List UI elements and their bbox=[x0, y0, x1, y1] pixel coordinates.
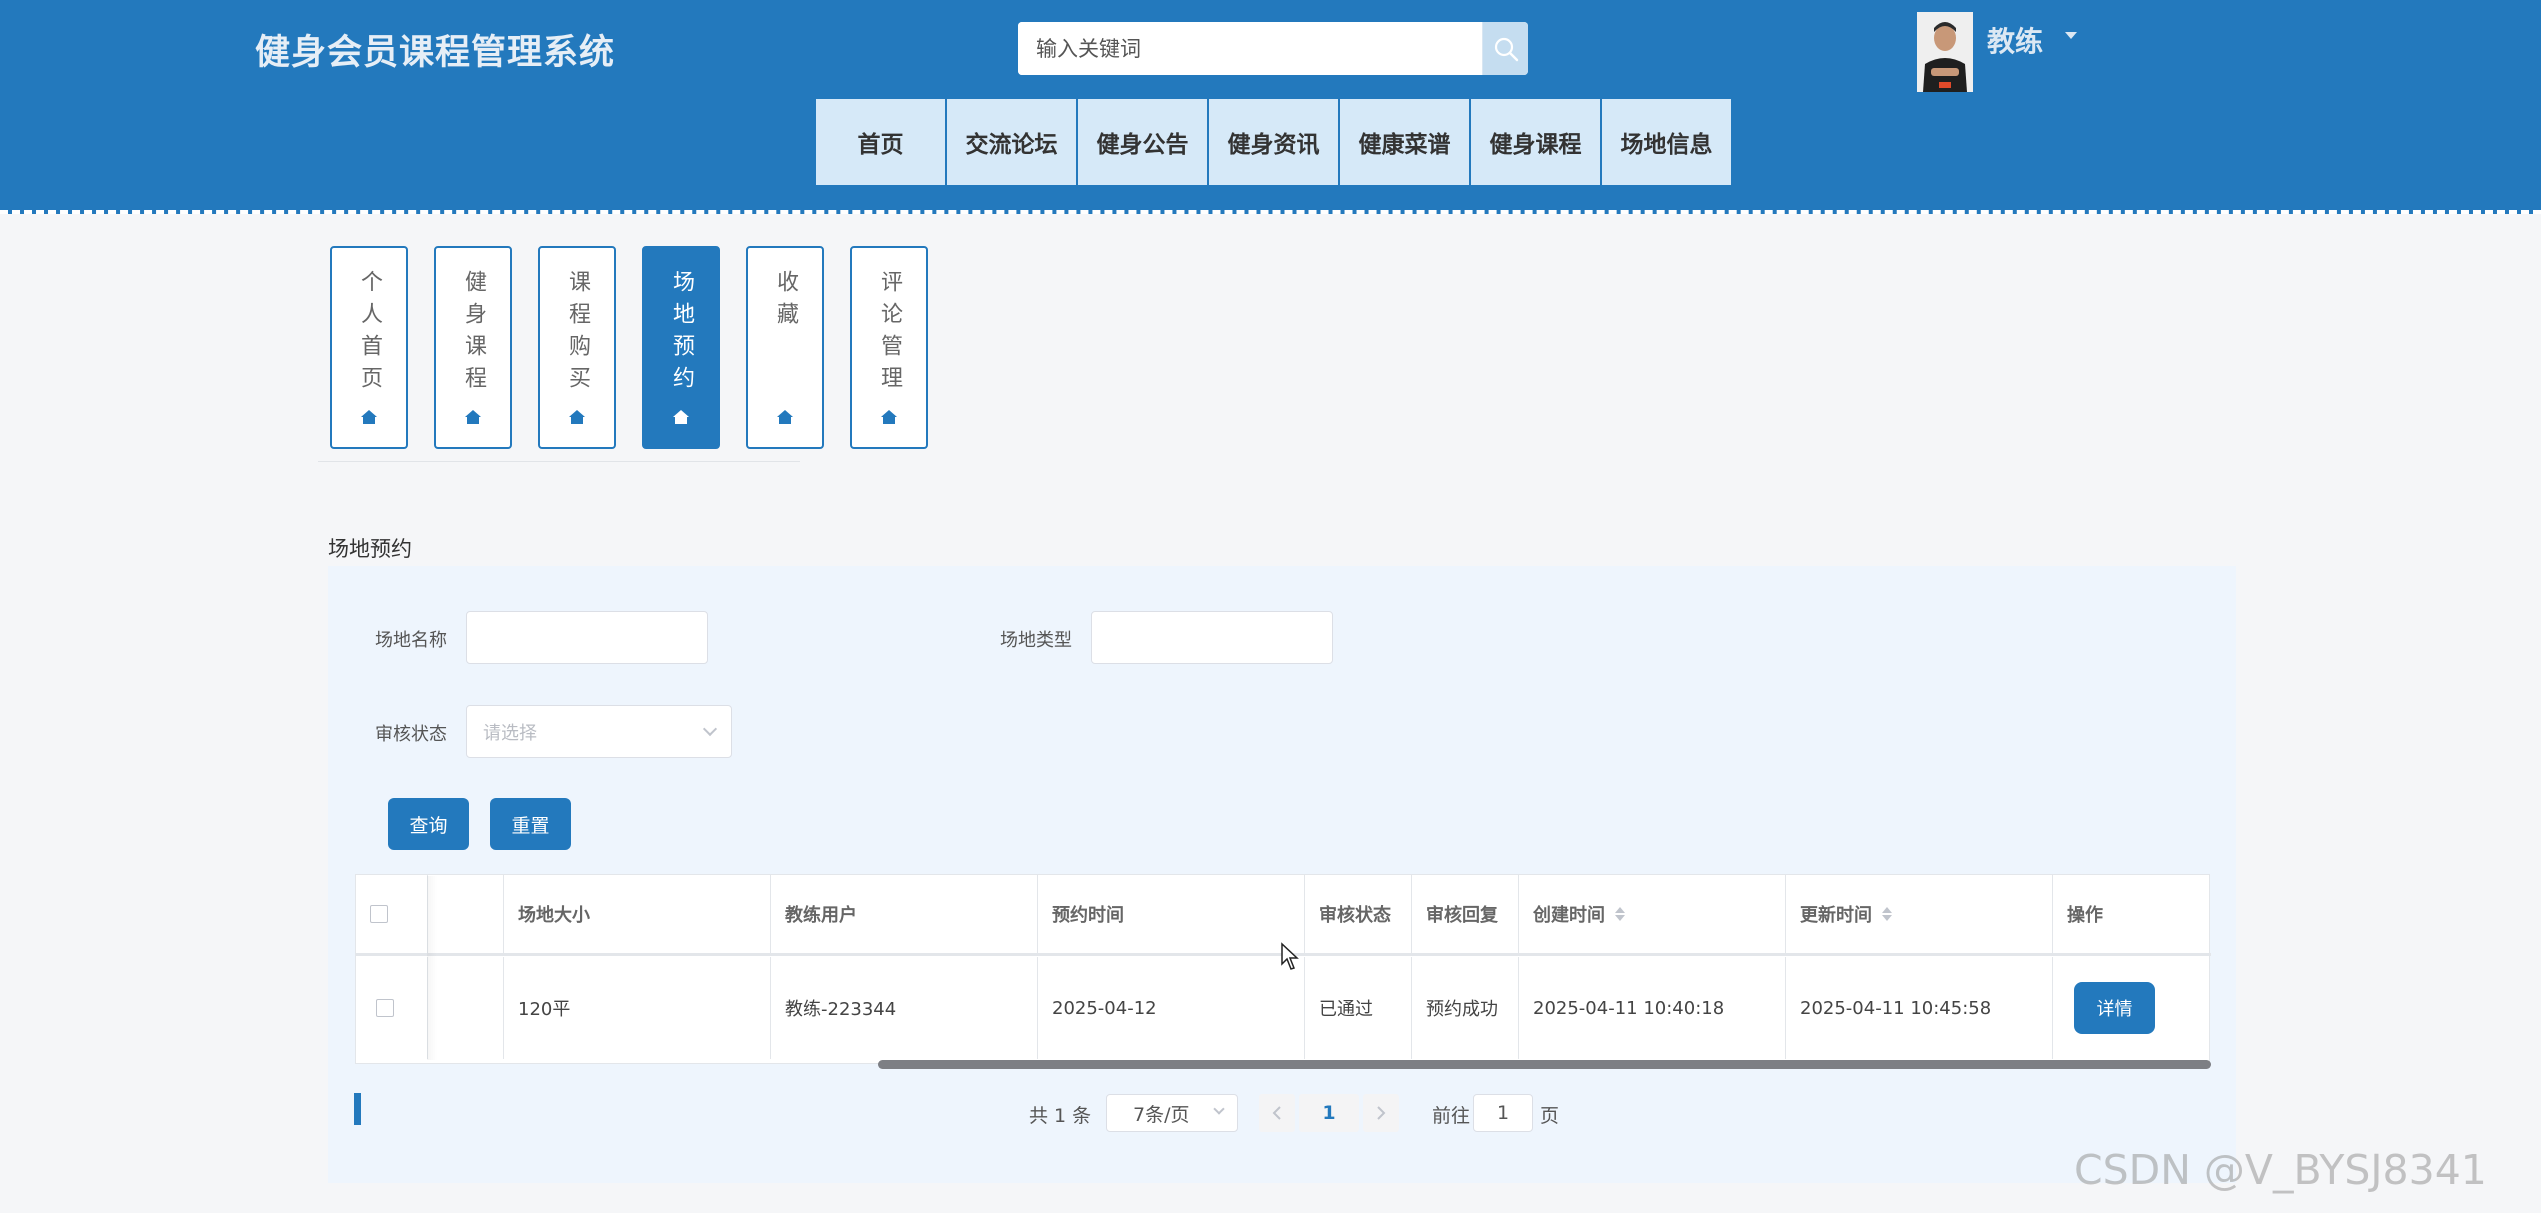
chevron-left-icon bbox=[1272, 1106, 1281, 1120]
home-icon bbox=[465, 410, 481, 424]
nav-item-recipes[interactable]: 健康菜谱 bbox=[1340, 99, 1469, 185]
goto-suffix: 页 bbox=[1540, 1105, 1560, 1127]
pagination-total: 共 1 条 bbox=[1029, 1105, 1092, 1127]
column-header-review-status: 审核状态 bbox=[1305, 875, 1412, 956]
column-header-created-time[interactable]: 创建时间 bbox=[1519, 875, 1786, 956]
column-header-label: 更新时间 bbox=[1800, 905, 1872, 926]
venue-type-label: 场地类型 bbox=[1000, 630, 1072, 651]
main-nav: 首页 交流论坛 健身公告 健身资讯 健康菜谱 健身课程 场地信息 bbox=[816, 99, 1733, 185]
horizontal-scrollbar[interactable] bbox=[878, 1060, 2211, 1069]
sort-icon[interactable] bbox=[1615, 907, 1625, 921]
table-cell-updated-time: 2025-04-11 10:45:58 bbox=[1786, 957, 2053, 1059]
side-tab-courses[interactable]: 健身课程 bbox=[434, 246, 512, 449]
tabs-divider bbox=[318, 461, 800, 462]
table-cell-size: 120平 bbox=[504, 957, 771, 1059]
select-all-checkbox[interactable] bbox=[370, 905, 388, 923]
home-icon bbox=[777, 410, 793, 424]
sort-icon[interactable] bbox=[1882, 907, 1892, 921]
site-title: 健身会员课程管理系统 bbox=[255, 33, 616, 73]
venue-name-label: 场地名称 bbox=[375, 630, 447, 651]
page-size-select[interactable]: 7条/页 bbox=[1106, 1094, 1238, 1132]
goto-page-input[interactable]: 1 bbox=[1473, 1094, 1533, 1132]
side-tab-label: 个人首页 bbox=[357, 270, 382, 398]
search-input[interactable] bbox=[1018, 22, 1482, 75]
column-header-label: 创建时间 bbox=[1533, 905, 1605, 926]
side-tab-profile[interactable]: 个人首页 bbox=[330, 246, 408, 449]
side-tab-label: 健身课程 bbox=[461, 270, 486, 398]
search-icon bbox=[1494, 37, 1518, 61]
side-tab-favorites[interactable]: 收藏 bbox=[746, 246, 824, 449]
prev-page-button[interactable] bbox=[1259, 1094, 1295, 1132]
review-status-label: 审核状态 bbox=[375, 724, 447, 745]
nav-item-announcements[interactable]: 健身公告 bbox=[1078, 99, 1207, 185]
row-checkbox[interactable] bbox=[376, 999, 394, 1017]
column-header-coach-user: 教练用户 bbox=[771, 875, 1038, 956]
home-icon bbox=[361, 410, 377, 424]
side-tab-label: 评论管理 bbox=[877, 270, 902, 398]
table-cell-booking-time: 2025-04-12 bbox=[1038, 957, 1305, 1059]
review-status-select[interactable]: 请选择 bbox=[466, 705, 732, 758]
nav-item-courses[interactable]: 健身课程 bbox=[1471, 99, 1600, 185]
column-header-booking-time: 预约时间 bbox=[1038, 875, 1305, 956]
table-cell-actions: 详情 bbox=[2053, 957, 2211, 1059]
nav-item-venues[interactable]: 场地信息 bbox=[1602, 99, 1731, 185]
side-tab-label: 收藏 bbox=[773, 270, 798, 334]
next-page-button[interactable] bbox=[1363, 1094, 1399, 1132]
avatar[interactable] bbox=[1917, 12, 1973, 92]
table-cell-review-reply: 预约成功 bbox=[1412, 957, 1519, 1059]
fixed-column-shadow bbox=[427, 876, 437, 1060]
table-cell-blank bbox=[428, 957, 504, 1059]
top-header: 健身会员课程管理系统 教练 首页 交流论坛 健身公告 健身资讯 bbox=[0, 0, 2541, 214]
goto-prefix: 前往 bbox=[1432, 1105, 1471, 1127]
select-all-cell bbox=[356, 875, 428, 956]
home-icon bbox=[881, 410, 897, 424]
user-name: 教练 bbox=[1987, 25, 2044, 58]
chevron-right-icon bbox=[1377, 1106, 1386, 1120]
nav-item-news[interactable]: 健身资讯 bbox=[1209, 99, 1338, 185]
side-tab-venue-booking[interactable]: 场地预约 bbox=[642, 246, 720, 449]
user-menu[interactable]: 教练 bbox=[1917, 12, 2078, 92]
column-header-actions: 操作 bbox=[2053, 875, 2211, 956]
nav-item-forum[interactable]: 交流论坛 bbox=[947, 99, 1076, 185]
side-tab-comments[interactable]: 评论管理 bbox=[850, 246, 928, 449]
venue-name-input[interactable] bbox=[466, 611, 708, 664]
pagination-marker bbox=[354, 1093, 361, 1125]
chevron-down-icon bbox=[1213, 1103, 1225, 1115]
page-size-value: 7条/页 bbox=[1133, 1103, 1190, 1126]
row-select-cell bbox=[356, 957, 428, 1059]
venue-type-input[interactable] bbox=[1091, 611, 1333, 664]
side-tabs: 个人首页 健身课程 课程购买 场地预约 收藏 评论管理 bbox=[330, 246, 954, 449]
side-tab-label: 课程购买 bbox=[565, 270, 590, 398]
query-button[interactable]: 查询 bbox=[388, 798, 469, 850]
column-header-size: 场地大小 bbox=[504, 875, 771, 956]
coach-avatar-image bbox=[1917, 12, 1973, 92]
table-cell-coach-user: 教练-223344 bbox=[771, 957, 1038, 1059]
caret-down-icon[interactable] bbox=[2065, 32, 2078, 39]
watermark: CSDN @V_BYSJ8341 bbox=[2074, 1146, 2487, 1194]
detail-button[interactable]: 详情 bbox=[2074, 982, 2155, 1034]
home-icon bbox=[673, 410, 689, 424]
table-cell-review-status: 已通过 bbox=[1305, 957, 1412, 1059]
search-box bbox=[1018, 22, 1528, 75]
column-header-blank bbox=[428, 875, 504, 956]
side-tab-course-purchase[interactable]: 课程购买 bbox=[538, 246, 616, 449]
chevron-down-icon bbox=[702, 721, 718, 737]
reset-button[interactable]: 重置 bbox=[490, 798, 571, 850]
column-header-updated-time[interactable]: 更新时间 bbox=[1786, 875, 2053, 956]
column-header-review-reply: 审核回复 bbox=[1412, 875, 1519, 956]
mouse-cursor-icon bbox=[1281, 942, 1299, 970]
nav-item-home[interactable]: 首页 bbox=[816, 99, 945, 185]
select-placeholder: 请选择 bbox=[483, 722, 537, 744]
side-tab-label: 场地预约 bbox=[669, 270, 694, 398]
section-title: 场地预约 bbox=[328, 537, 412, 561]
home-icon bbox=[569, 410, 585, 424]
table-cell-created-time: 2025-04-11 10:40:18 bbox=[1519, 957, 1786, 1059]
page-number-current[interactable]: 1 bbox=[1299, 1094, 1359, 1132]
search-button[interactable] bbox=[1482, 22, 1528, 75]
